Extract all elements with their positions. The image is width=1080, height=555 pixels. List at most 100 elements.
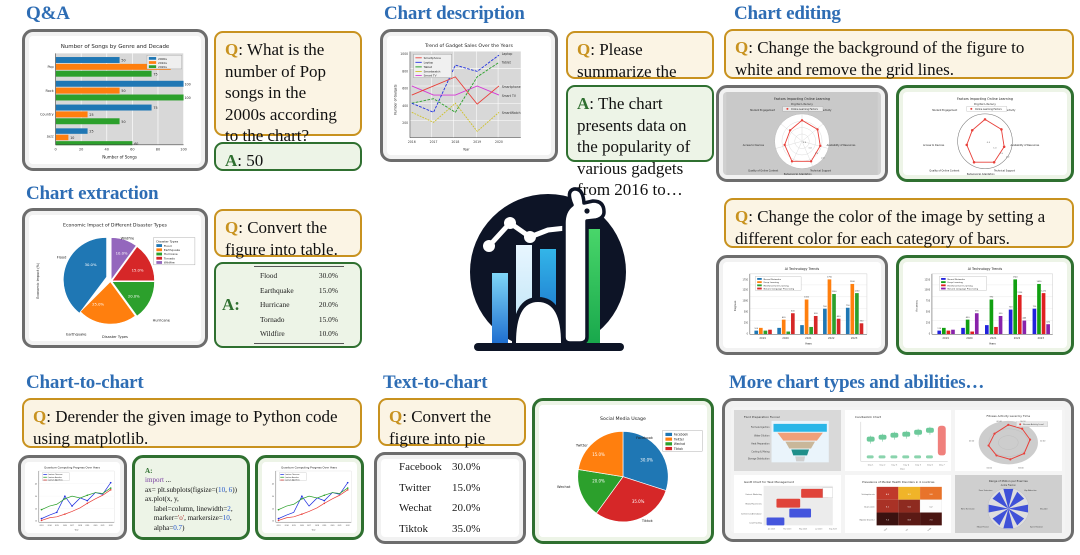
section-title-chart-description: Chart description — [384, 3, 525, 24]
svg-text:Year: Year — [463, 147, 470, 151]
svg-text:1220: 1220 — [1041, 290, 1047, 292]
svg-text:Smartphone: Smartphone — [424, 56, 441, 60]
section-title-chart-to-chart: Chart-to-chart — [26, 372, 144, 393]
radar-chart-before: Factors Impacting Online Learning Digita… — [726, 92, 878, 175]
t2c-pie-frame: Social Media Usage 30.0% 35.0% 20.0% 15.0%… — [532, 398, 714, 544]
songs-by-genre-bar-chart: Number of Songs by Genre and Decade 50 0… — [29, 36, 201, 164]
svg-text:Heat Preparation: Heat Preparation — [751, 443, 770, 446]
funnel-chart-thumb: Fluid Preparation Funnel Formula Injecti… — [734, 410, 841, 472]
disaster-extraction-table: Flood 30.0% Earthquake 15.0% Hurricane 20.0% T… — [244, 260, 354, 351]
svg-text:10: 10 — [272, 520, 274, 522]
svg-text:Tiktok: Tiktok — [641, 519, 654, 523]
svg-text:1000: 1000 — [742, 299, 748, 302]
svg-text:Neural Networks: Neural Networks — [764, 278, 781, 281]
svg-text:Number of Gadgets: Number of Gadgets — [393, 84, 397, 115]
svg-text:Wildfire: Wildfire — [164, 261, 175, 265]
question-label: Q — [577, 40, 591, 59]
svg-text:AI Technology Trends: AI Technology Trends — [968, 267, 1003, 271]
svg-text:Laptop: Laptop — [502, 52, 513, 56]
svg-text:Student Engagement: Student Engagement — [932, 109, 957, 112]
svg-text:Number of Songs by Genre and D: Number of Songs by Genre and Decade — [61, 44, 170, 50]
svg-text:2015: 2015 — [55, 525, 59, 527]
svg-text:Bipolar Disorder: Bipolar Disorder — [859, 519, 874, 522]
gantt-chart-thumb: Gantt Chart for Task Management Content … — [734, 475, 841, 533]
editing-question-box-1: Q: Change the background of the figure t… — [724, 29, 1074, 79]
svg-text:Online Learning Factors: Online Learning Factors — [975, 108, 1003, 111]
svg-text:250: 250 — [744, 321, 749, 324]
svg-text:2022: 2022 — [828, 336, 835, 340]
svg-text:2019: 2019 — [942, 336, 949, 340]
extraction-question-box: Q: Convert the figure into table. — [214, 209, 362, 259]
svg-text:Wrist Extension: Wrist Extension — [961, 508, 975, 511]
svg-text:2019: 2019 — [85, 525, 89, 527]
svg-text:Wildfire: Wildfire — [121, 236, 135, 240]
svg-text:Natural Language Processing: Natural Language Processing — [764, 288, 795, 291]
svg-text:50: 50 — [121, 89, 125, 93]
svg-text:Laptop: Laptop — [424, 60, 434, 64]
svg-text:Quantum Computing Progress Ove: Quantum Computing Progress Over Years — [44, 465, 100, 469]
svg-text:Conference Attendance: Conference Attendance — [741, 513, 762, 516]
svg-text:Factors Impacting Online Learn: Factors Impacting Online Learning — [957, 97, 1013, 101]
svg-text:2014: 2014 — [48, 525, 52, 527]
table-row: Twitter 15.0% — [395, 477, 505, 498]
question-label: Q — [735, 38, 749, 57]
ai-trends-bar-before: AI Technology Trends 100420600 100017501… — [726, 262, 878, 348]
svg-text:Disaster Types: Disaster Types — [102, 335, 128, 339]
table-rule-bottom — [253, 343, 344, 345]
extraction-chart-frame: Economic Impact of Different Disaster Ty… — [22, 208, 208, 348]
svg-text:100: 100 — [184, 96, 190, 100]
svg-text:Natural Language Processing: Natural Language Processing — [947, 288, 978, 291]
llama-chart-logo-svg — [470, 187, 626, 351]
svg-text:Mar 2023: Mar 2023 — [783, 528, 791, 531]
question-label: Q — [225, 218, 239, 237]
svg-text:Years: Years — [805, 341, 812, 345]
svg-text:15.0%: 15.0% — [132, 268, 144, 272]
svg-text:2016: 2016 — [408, 140, 416, 144]
answer-label: A: — [222, 295, 240, 315]
svg-text:2018: 2018 — [315, 525, 319, 527]
svg-text:30.0%: 30.0% — [85, 263, 97, 267]
svg-text:Content Marketing: Content Marketing — [745, 493, 761, 496]
svg-text:50: 50 — [121, 120, 125, 124]
svg-text:Tablet: Tablet — [501, 60, 512, 64]
section-title-more: More chart types and abilities… — [729, 372, 985, 393]
windrose-chart-thumb: Range of Motion per Exercise Ankle Flexi… — [955, 475, 1062, 533]
svg-text:75: 75 — [153, 106, 157, 110]
table-row: Tiktok 35.0% — [395, 519, 505, 537]
svg-text:Water Dilution: Water Dilution — [754, 435, 770, 438]
svg-text:Disaster Types: Disaster Types — [156, 239, 178, 243]
svg-text:Country: Country — [40, 113, 54, 117]
question-text: : Change the color of the image by setti… — [735, 207, 1046, 248]
description-chart-frame: Trend of Gadget Sales Over the Years Lap… — [380, 29, 558, 162]
svg-text:Days: Days — [899, 468, 904, 470]
answer-label: A — [577, 94, 590, 113]
svg-text:500: 500 — [744, 310, 749, 313]
table-cell-value: 30.0% — [318, 271, 338, 281]
svg-text:60: 60 — [130, 147, 134, 151]
svg-text:40: 40 — [35, 483, 37, 485]
svg-text:Number of Songs: Number of Songs — [102, 155, 137, 160]
svg-text:40: 40 — [105, 147, 109, 151]
svg-text:Depression: Depression — [864, 506, 875, 509]
disaster-impact-pie-chart: Economic Impact of Different Disaster Ty… — [30, 215, 200, 341]
svg-text:Smart TV: Smart TV — [424, 74, 437, 78]
svg-text:Lead Tracking: Lead Tracking — [749, 522, 761, 525]
svg-text:75: 75 — [153, 72, 157, 76]
svg-text:2020: 2020 — [782, 336, 789, 340]
svg-text:AI Technology Trends: AI Technology Trends — [785, 267, 820, 271]
table-rule-top — [253, 265, 344, 267]
gadget-sales-line-chart: Trend of Gadget Sales Over the Years Lap… — [388, 36, 550, 155]
svg-text:Pedagogical Adaptation: Pedagogical Adaptation — [967, 173, 995, 175]
svg-text:2019: 2019 — [322, 525, 326, 527]
c2c-source-frame: Quantum Computing Progress Over Years 20… — [18, 455, 127, 540]
svg-text:20.0%: 20.0% — [592, 478, 605, 483]
svg-text:Twitter: Twitter — [575, 443, 589, 447]
svg-text:1500: 1500 — [850, 281, 856, 283]
python-code-block: A: import ... ax= plt.subplots(figsize=(… — [139, 462, 243, 533]
svg-text:500: 500 — [926, 310, 931, 313]
table-cell-value: 20.0% — [318, 300, 338, 310]
svg-text:35.0%: 35.0% — [632, 499, 645, 504]
heatmap-chart-thumb: Prevalence of Mental Health Disorders in… — [844, 475, 952, 533]
thumb-gantt: Gantt Chart for Task Management Content … — [734, 475, 841, 533]
svg-text:Online Learning Factors: Online Learning Factors — [791, 108, 819, 111]
